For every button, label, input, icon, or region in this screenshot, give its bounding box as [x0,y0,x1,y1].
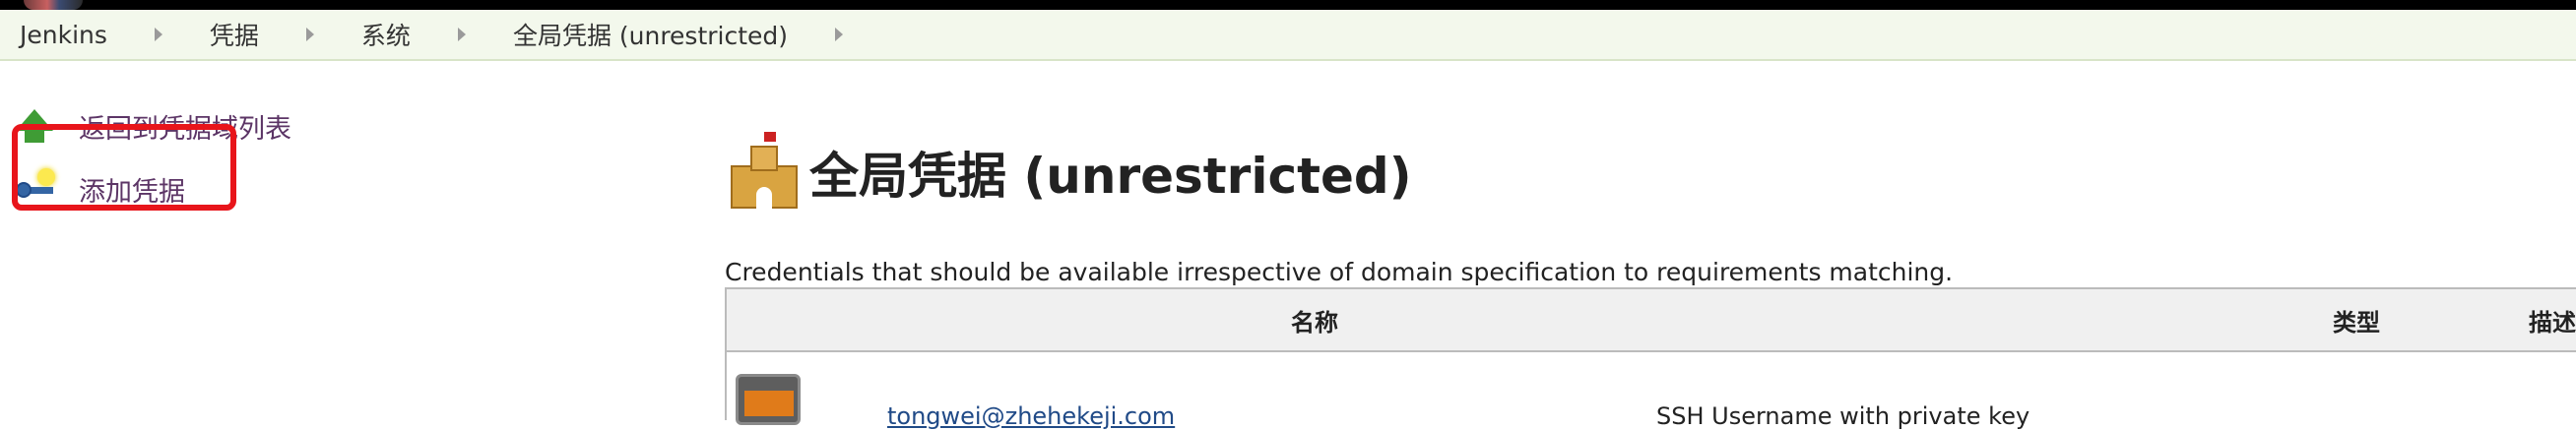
breadcrumb-separator-icon[interactable] [457,28,466,41]
credential-icon [736,374,801,425]
breadcrumb-separator-icon[interactable] [154,28,162,41]
breadcrumb-item-system[interactable]: 系统 [361,17,411,52]
side-panel: 返回到凭据域列表 添加凭据 [12,94,465,220]
add-credentials-label[interactable]: 添加凭据 [79,170,185,209]
credentials-table: 名称 类型 描述 tongwei@zhehekeji.com SSH Usern… [725,287,2576,430]
column-header-icon [725,287,982,352]
credential-name-link[interactable]: tongwei@zhehekeji.com [887,402,1175,430]
breadcrumb-item-credentials[interactable]: 凭据 [210,17,259,52]
jenkins-logo[interactable] [24,0,83,10]
add-credentials-link[interactable]: 添加凭据 [12,157,465,220]
breadcrumb-item-global-credentials[interactable]: 全局凭据 (unrestricted) [513,17,788,52]
breadcrumb: Jenkins 凭据 系统 全局凭据 (unrestricted) [0,10,2576,61]
table-header-row: 名称 类型 描述 [725,287,2576,352]
column-header-type[interactable]: 类型 [1395,287,2380,352]
page-title: 全局凭据 (unrestricted) [725,128,2576,216]
page-title-text: 全局凭据 (unrestricted) [809,148,1412,205]
domain-description: Credentials that should be available irr… [725,258,1954,286]
main-panel: 全局凭据 (unrestricted) Credentials that sho… [725,128,2576,286]
credential-type: SSH Username with private key [1656,402,2030,430]
top-header-bar [0,0,2576,10]
back-to-domains-link[interactable]: 返回到凭据域列表 [12,94,465,157]
up-arrow-icon [12,103,57,149]
back-to-domains-label[interactable]: 返回到凭据域列表 [79,107,291,146]
breadcrumb-separator-icon[interactable] [305,28,314,41]
key-add-icon [12,166,57,212]
table-row: tongwei@zhehekeji.com SSH Username with … [725,351,2576,430]
row-name-cell: tongwei@zhehekeji.com [887,351,1395,430]
column-header-description[interactable]: 描述 [2380,287,2576,352]
castle-icon [725,132,804,213]
breadcrumb-separator-icon[interactable] [835,28,844,41]
breadcrumb-item-jenkins[interactable]: Jenkins [20,21,107,49]
row-description-cell [2380,351,2576,420]
row-type-cell: SSH Username with private key [1395,351,2380,430]
column-header-name[interactable]: 名称 [982,287,1395,352]
